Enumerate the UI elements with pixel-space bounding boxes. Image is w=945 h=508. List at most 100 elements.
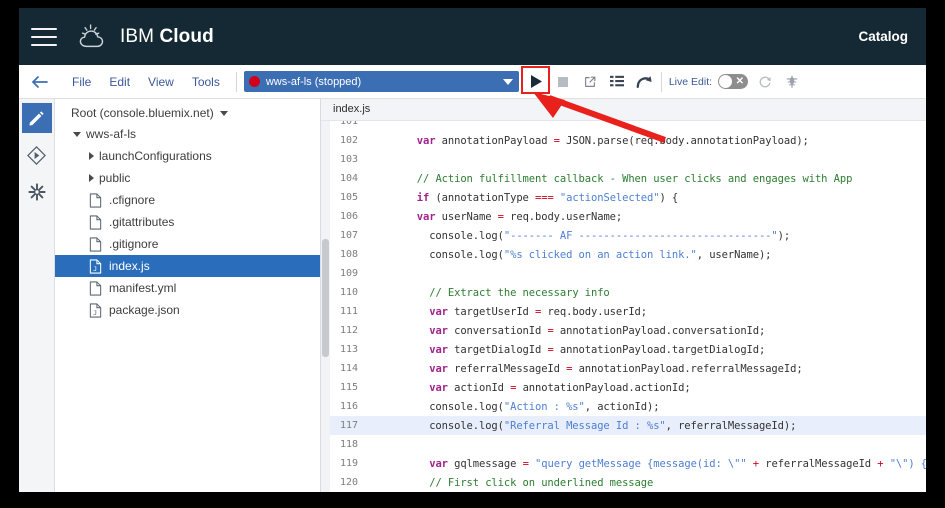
settings-gear-icon [27,183,46,201]
file-tree-item-label: wws-af-ls [86,127,136,141]
code-line-text: var targetDialogId = annotationPayload.t… [429,343,766,356]
editor-tab-index-js[interactable]: index.js [321,99,383,120]
code-line[interactable]: 110 // Extract the necessary info [321,283,926,302]
code-line[interactable]: 108 console.log("%s clicked on an action… [321,245,926,264]
code-line[interactable]: 101 [321,121,926,131]
debug-button[interactable] [782,72,802,92]
code-line-text: var actionId = annotationPayload.actionI… [429,381,691,394]
rail-item-source-control[interactable] [22,140,52,170]
code-line-text: var annotationPayload = JSON.parse(req.b… [416,134,809,147]
stop-button[interactable] [553,72,573,92]
run-play-icon [530,75,542,88]
workspace-body: Root (console.bluemix.net) wws-af-ls laun… [19,99,926,492]
file-tree-root[interactable]: Root (console.bluemix.net) [55,103,320,123]
js-file-icon: J [89,302,102,318]
code-view[interactable]: 101 102 var annotationPayload = JSON.pars… [321,121,926,492]
file-tree-item-wws-af-ls[interactable]: wws-af-ls [55,123,320,145]
file-tree-item-gitignore[interactable]: .gitignore [55,233,320,255]
file-tree-item-public[interactable]: public [55,167,320,189]
file-tree-item-cfignore[interactable]: .cfignore [55,189,320,211]
menu-tools[interactable]: Tools [183,73,229,91]
code-line-text: var referralMessageId = annotationPayloa… [429,362,803,375]
rail-item-edit[interactable] [21,103,52,133]
code-line[interactable]: 116 console.log("Action : %s", actionId)… [321,397,926,416]
file-tree-item-manifest-yml[interactable]: manifest.yml [55,277,320,299]
file-tree-item-launchconfigurations[interactable]: launchConfigurations [55,145,320,167]
code-line[interactable]: 114 var referralMessageId = annotationPa… [321,359,926,378]
file-tree-item-gitattributes[interactable]: .gitattributes [55,211,320,233]
restage-button[interactable] [634,72,654,92]
code-line[interactable]: 109 [321,264,926,283]
code-line-text: console.log("Action : %s", actionId); [367,400,660,413]
file-tree-panel: Root (console.bluemix.net) wws-af-ls laun… [55,99,321,492]
file-tree-item-index-js[interactable]: Jindex.js [55,255,320,277]
logs-button[interactable] [607,72,627,92]
run-play-button[interactable] [526,72,546,92]
catalog-link[interactable]: Catalog [858,29,908,44]
app-status-dot [248,76,260,87]
code-line[interactable]: 113 var targetDialogId = annotationPaylo… [321,340,926,359]
file-tree-item-label: index.js [109,259,150,273]
file-icon [89,236,102,252]
toggle-off-mark: ✕ [735,76,745,87]
activity-rail [19,99,55,492]
code-line-text: // First click on underlined message [429,476,654,489]
code-line[interactable]: 117 console.log("Referral Message Id : %… [321,416,926,435]
file-icon [89,214,102,230]
menu-view[interactable]: View [139,73,183,91]
file-tree-item-label: public [99,171,131,185]
chevron-down-icon [219,110,228,116]
open-external-button[interactable] [580,72,600,92]
code-line[interactable]: 115 var actionId = annotationPayload.act… [321,378,926,397]
file-tree-item-label: launchConfigurations [99,149,212,163]
file-tree-item-label: .gitattributes [109,215,175,229]
code-line[interactable]: 107 console.log("------- AF ------------… [321,226,926,245]
live-edit-toggle[interactable]: ✕ [718,74,749,89]
file-tree-item-label: package.json [109,303,180,317]
code-line[interactable]: 105 if (annotationType === "actionSelect… [321,188,926,207]
brand-prefix: IBM [120,25,155,47]
code-line-text: // Action fulfillment callback - When us… [416,172,853,185]
file-tree-item-package-json[interactable]: Jpackage.json [55,299,320,321]
code-line-text: var conversationId = annotationPayload.c… [429,324,766,337]
folder-expanded-caret-icon[interactable] [73,131,81,137]
toolbar-divider-1 [235,71,237,92]
code-line[interactable]: 120 // First click on underlined message [321,473,926,492]
code-line[interactable]: 103 [321,150,926,169]
code-line-text: var gqlmessage = "query getMessage {mess… [429,457,926,470]
folder-collapsed-caret-icon[interactable] [89,152,94,160]
code-line-text: console.log("Referral Message Id : %s", … [367,419,797,432]
live-edit-label: Live Edit: [668,75,713,88]
menu-edit[interactable]: Edit [100,73,139,91]
code-line[interactable]: 118 [321,435,926,454]
code-line-text: console.log("------- AF ----------------… [367,229,791,242]
stop-square-icon [557,76,568,87]
code-line[interactable]: 112 var conversationId = annotationPaylo… [321,321,926,340]
toggle-knob [719,75,733,88]
code-line[interactable]: 111 var targetUserId = req.body.userId; [321,302,926,321]
file-tree-item-label: .gitignore [109,237,159,251]
editor-tabbar: index.js [321,99,926,121]
folder-collapsed-caret-icon[interactable] [89,174,94,182]
file-icon [89,280,102,296]
restage-refresh-icon [636,75,652,88]
reload-button[interactable] [755,72,775,92]
code-editor-panel: index.js 101 102 var annotationPayload = … [321,99,926,492]
editor-vertical-scrollbar[interactable] [321,121,330,492]
back-arrow-icon[interactable] [29,71,51,93]
editor-scrollbar-thumb[interactable] [322,239,329,357]
file-tree-item-label: .cfignore [109,193,156,207]
hamburger-menu-icon[interactable] [31,26,57,48]
brand-title: IBM Cloud [120,26,214,48]
app-selector-dropdown[interactable]: wws-af-ls (stopped) [243,71,519,92]
code-line[interactable]: 102 var annotationPayload = JSON.parse(r… [321,131,926,150]
menu-file[interactable]: File [63,73,100,91]
code-line[interactable]: 119 var gqlmessage = "query getMessage {… [321,454,926,473]
app-window: IBM Cloud Catalog File Edit View Tools w… [19,8,926,492]
code-line[interactable]: 104 // Action fulfillment callback - Whe… [321,169,926,188]
code-line[interactable]: 106 var userName = req.body.userName; [321,207,926,226]
file-tree-item-label: manifest.yml [109,281,177,295]
chevron-down-icon [502,78,513,85]
open-external-icon [584,76,596,87]
rail-item-settings[interactable] [22,177,52,207]
